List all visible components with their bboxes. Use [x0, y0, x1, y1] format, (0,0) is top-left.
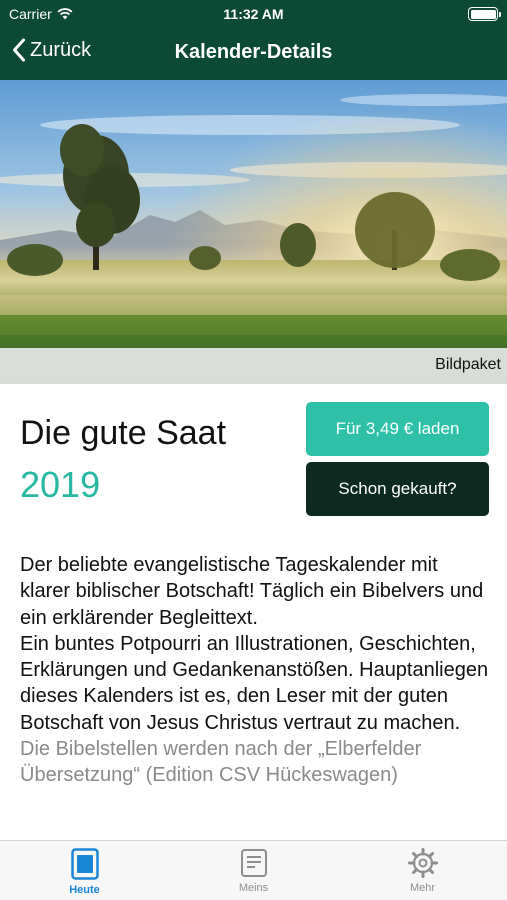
description-paragraph: Der beliebte evangelistische Tageskalend… [20, 554, 484, 629]
gear-icon [407, 848, 438, 878]
buy-button[interactable]: Für 3,49 € laden [306, 402, 489, 456]
image-package-label: Bildpaket [435, 356, 501, 373]
calendar-description: Der beliebte evangelistische Tageskalend… [20, 552, 492, 842]
calendar-icon [70, 848, 99, 880]
tab-label: Heute [69, 884, 100, 896]
image-caption-strip [0, 348, 507, 384]
calendar-info: Die gute Saat 2019 Für 3,49 € laden Scho… [0, 384, 507, 540]
restore-purchase-button[interactable]: Schon gekauft? [306, 462, 489, 516]
tab-heute[interactable]: Heute [0, 841, 169, 900]
calendar-year: 2019 [20, 464, 101, 505]
landscape-photo [0, 80, 507, 384]
navigation-bar: Zurück Kalender-Details [0, 28, 507, 80]
tab-label: Meins [238, 882, 269, 894]
tab-meins[interactable]: Meins [169, 841, 338, 900]
calendar-name: Die gute Saat [20, 414, 227, 452]
tab-mehr[interactable]: Mehr [338, 841, 507, 900]
tab-label: Mehr [409, 882, 436, 894]
calendar-cover-image: Bildpaket [0, 80, 507, 384]
notes-icon [240, 849, 267, 877]
clock: 11:32 AM [223, 6, 284, 22]
page-title: Kalender-Details [174, 41, 333, 63]
tab-bar: Heute Meins Mehr [0, 840, 507, 900]
status-bar: Carrier 11:32 AM [0, 0, 507, 28]
battery-icon [468, 7, 501, 21]
bible-translation-note: Die Bibelstellen werden nach der „Elberf… [20, 738, 422, 787]
description-paragraph-2: Ein buntes Potpourri an Illustrationen, … [20, 632, 489, 734]
